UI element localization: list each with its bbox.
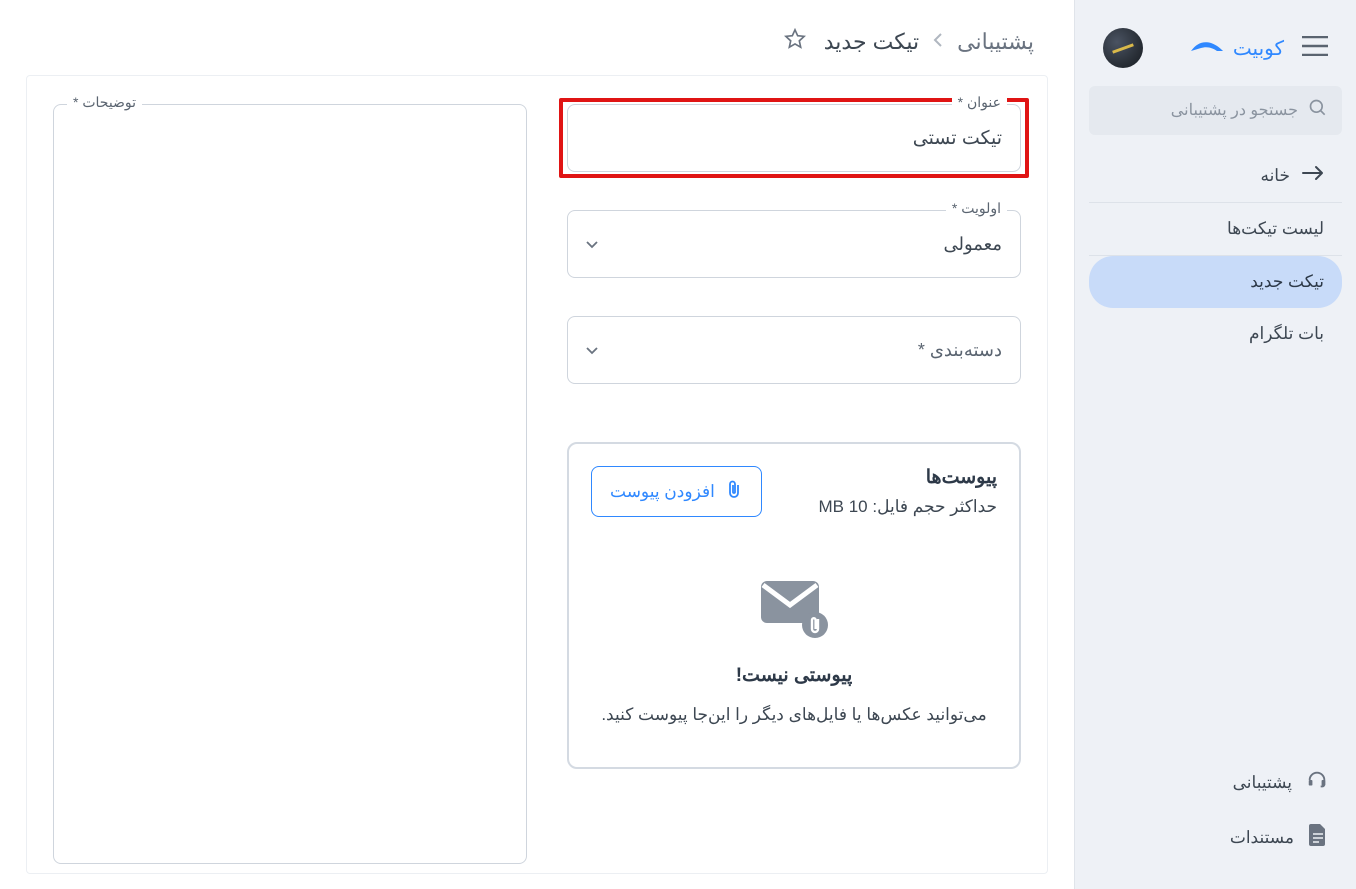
avatar[interactable] <box>1103 28 1143 68</box>
brand[interactable]: کوبیت <box>1189 36 1284 61</box>
sidebar: کوبیت خانه لیست تیکت‌ها <box>1074 0 1356 889</box>
form-right-column: عنوان * اولویت * معمولی دسته‌بندی * <box>567 104 1047 873</box>
nav-list: خانه لیست تیکت‌ها تیکت جدید بات تلگرام <box>1075 149 1356 747</box>
nav-item-label: بات تلگرام <box>1249 324 1324 344</box>
breadcrumb-parent[interactable]: پشتیبانی <box>957 29 1034 55</box>
mail-attachment-icon <box>757 577 831 646</box>
attachments-body[interactable]: پیوستی نیست! می‌توانید عکس‌ها یا فایل‌ها… <box>591 517 997 745</box>
footer-support[interactable]: پشتیبانی <box>1089 755 1342 810</box>
attachments-empty: پیوستی نیست! <box>601 664 987 687</box>
description-field-wrap: توضیحات * <box>53 104 527 869</box>
nav-telegram-bot[interactable]: بات تلگرام <box>1089 308 1342 360</box>
document-icon <box>1308 824 1328 851</box>
nav-tickets-list[interactable]: لیست تیکت‌ها <box>1089 203 1342 256</box>
title-input[interactable] <box>567 104 1021 172</box>
title-label: عنوان * <box>952 94 1007 111</box>
search-input[interactable] <box>1091 102 1298 120</box>
star-icon[interactable] <box>784 28 806 55</box>
chevron-down-icon <box>586 233 598 255</box>
attachments-maxsize: حداکثر حجم فایل: 10 MB <box>818 497 997 517</box>
attachments-header: پیوست‌ها حداکثر حجم فایل: 10 MB افزودن پ… <box>591 466 997 517</box>
form-left-column: توضیحات * <box>27 104 527 873</box>
add-attachment-label: افزودن پیوست <box>610 482 715 502</box>
footer-docs-label: مستندات <box>1230 828 1294 848</box>
footer-docs[interactable]: مستندات <box>1089 810 1342 865</box>
brand-name: کوبیت <box>1233 36 1284 61</box>
add-attachment-button[interactable]: افزودن پیوست <box>591 466 762 517</box>
search-icon <box>1308 98 1328 123</box>
chevron-left-icon <box>933 31 943 52</box>
form-container: عنوان * اولویت * معمولی دسته‌بندی * <box>26 75 1048 874</box>
nav-new-ticket[interactable]: تیکت جدید <box>1089 256 1342 308</box>
category-select[interactable]: دسته‌بندی * <box>567 316 1021 384</box>
main-content: پشتیبانی تیکت جدید عنوان * اولویت * <box>0 0 1074 889</box>
nav-home[interactable]: خانه <box>1089 149 1342 203</box>
arrow-right-icon <box>1302 165 1324 186</box>
priority-value: معمولی <box>943 234 1002 255</box>
nav-item-label: لیست تیکت‌ها <box>1227 219 1324 239</box>
priority-select[interactable]: معمولی <box>567 210 1021 278</box>
brand-logo-icon <box>1189 37 1225 60</box>
priority-label: اولویت * <box>946 200 1007 217</box>
attachments-card: پیوست‌ها حداکثر حجم فایل: 10 MB افزودن پ… <box>567 442 1021 769</box>
nav-home-label: خانه <box>1260 166 1290 186</box>
nav-item-label: تیکت جدید <box>1250 272 1324 292</box>
description-label: توضیحات * <box>67 94 142 111</box>
menu-icon[interactable] <box>1302 36 1328 61</box>
breadcrumb: پشتیبانی تیکت جدید <box>0 0 1074 75</box>
category-label: دسته‌بندی * <box>918 340 1002 361</box>
footer-support-label: پشتیبانی <box>1233 773 1292 793</box>
attachments-title: پیوست‌ها <box>818 466 997 489</box>
category-field-wrap: دسته‌بندی * <box>567 316 1021 384</box>
sidebar-header: کوبیت <box>1075 0 1356 86</box>
description-textarea[interactable] <box>53 104 527 864</box>
priority-field-wrap: اولویت * معمولی <box>567 210 1021 278</box>
search-box[interactable] <box>1089 86 1342 135</box>
sidebar-footer: پشتیبانی مستندات <box>1075 747 1356 889</box>
attachments-hint: می‌توانید عکس‌ها یا فایل‌های دیگر را این… <box>601 705 987 725</box>
chevron-down-icon <box>586 339 598 361</box>
headset-icon <box>1306 769 1328 796</box>
breadcrumb-current: تیکت جدید <box>824 29 919 55</box>
title-field-wrap: عنوان * <box>567 104 1021 172</box>
paperclip-icon <box>725 479 743 504</box>
